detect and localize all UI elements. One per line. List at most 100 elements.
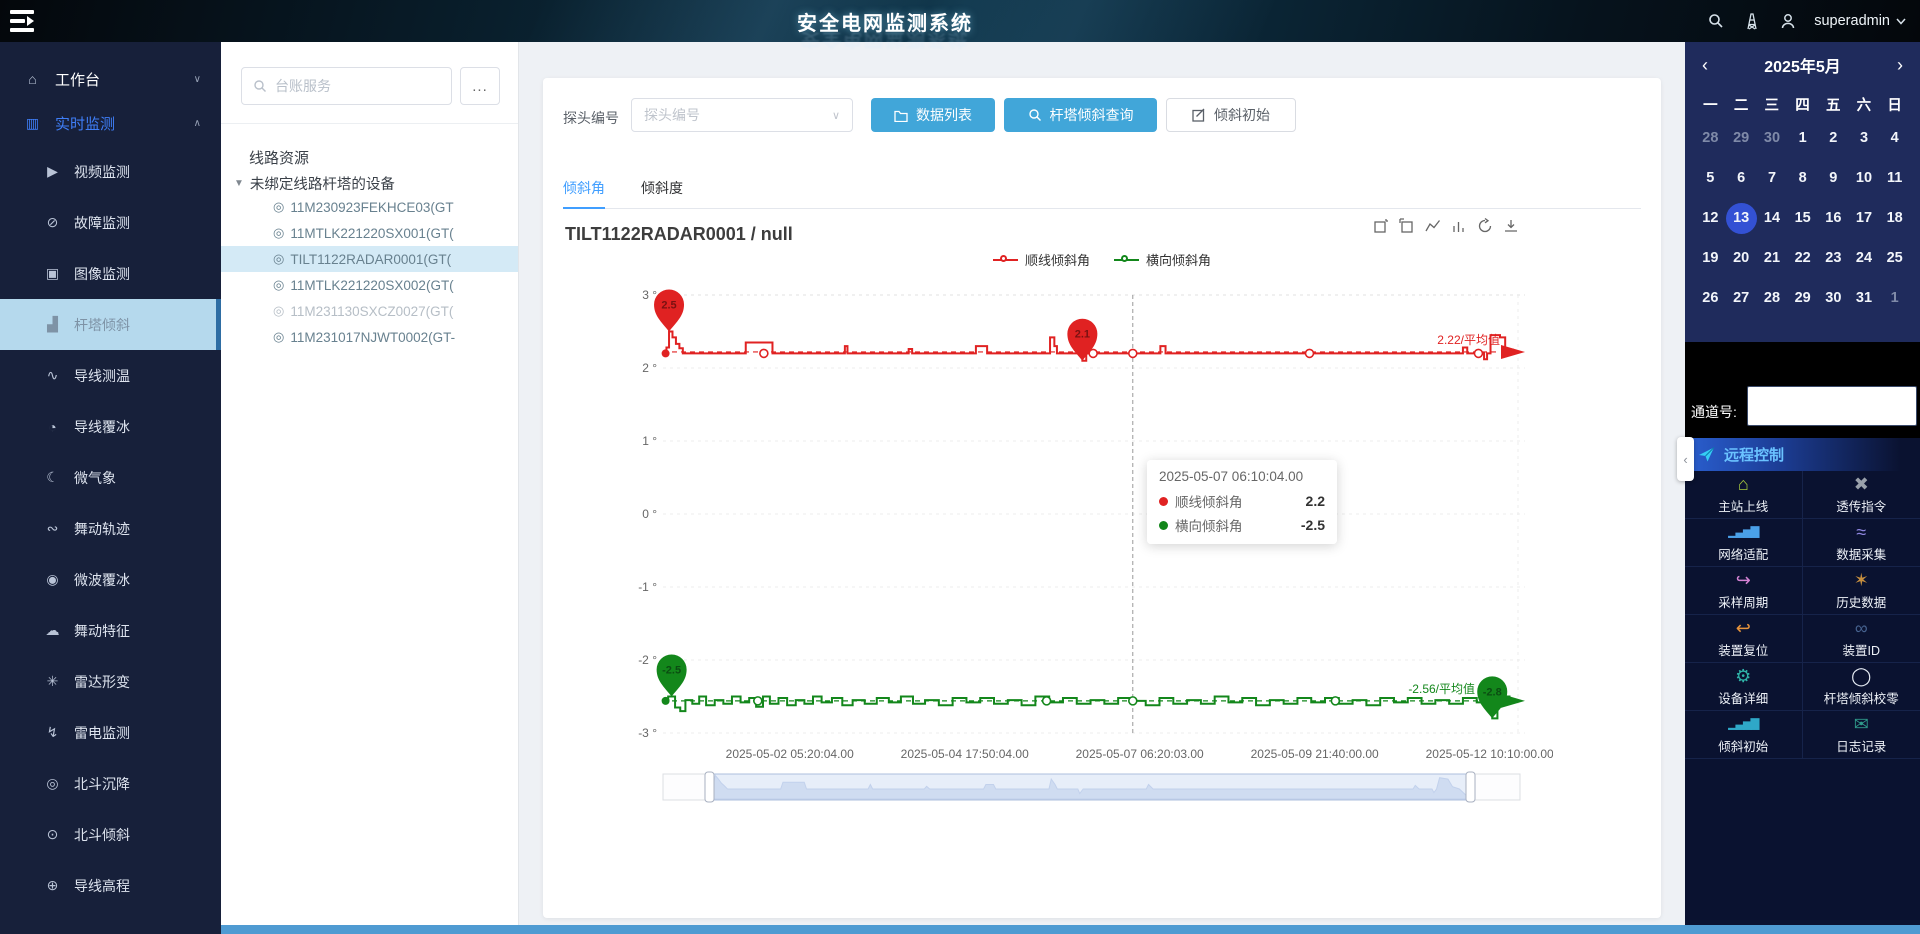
sidebar-section-realtime-monitor[interactable]: ▥实时监测∧	[0, 100, 221, 146]
sidebar-item-wire-icing[interactable]: ◔导线覆冰	[0, 401, 221, 452]
calendar-day[interactable]: 21	[1757, 238, 1788, 278]
tilt-initial-button[interactable]: 倾斜初始	[1166, 98, 1296, 132]
sidebar-item-workbench[interactable]: ⌂工作台∨	[0, 58, 221, 100]
sidebar-item-galloping-track[interactable]: ∾舞动轨迹	[0, 503, 221, 554]
tilt-angle-chart[interactable]: 3 °2 °1 °0 °-1 °-2 °-3 °2025-05-02 05:20…	[633, 268, 1553, 828]
calendar-day[interactable]: 5	[1695, 158, 1726, 198]
calendar-day[interactable]: 27	[1726, 278, 1757, 318]
remote-button-home[interactable]: ⌂主站上线	[1685, 471, 1803, 519]
calendar-day[interactable]: 29	[1726, 118, 1757, 158]
sidebar-item-radar-deformation[interactable]: ✳雷达形变	[0, 656, 221, 707]
remote-button-chain-link[interactable]: ∞装置ID	[1803, 615, 1920, 663]
calendar-day[interactable]: 7	[1757, 158, 1788, 198]
zoom-select-icon[interactable]	[1373, 218, 1389, 234]
calendar-day[interactable]: 25	[1879, 238, 1910, 278]
sidebar-item-microwave-icing[interactable]: ◉微波覆冰	[0, 554, 221, 605]
sidebar-item-lightning-monitor[interactable]: ↯雷电监测	[0, 707, 221, 758]
calendar-day[interactable]: 2	[1818, 118, 1849, 158]
sidebar-item-beidou-tilt[interactable]: ⊙北斗倾斜	[0, 809, 221, 860]
calendar-day[interactable]: 14	[1757, 198, 1788, 238]
sidebar-item-image-monitor[interactable]: ▣图像监测	[0, 248, 221, 299]
calendar-day[interactable]: 23	[1818, 238, 1849, 278]
remote-button-signal-bars[interactable]: ▁▃▅▇网络适配	[1685, 519, 1803, 567]
tree-root-line-resources[interactable]: 线路资源	[249, 147, 309, 168]
tower-icon[interactable]	[1742, 11, 1762, 31]
calendar-day[interactable]: 30	[1757, 118, 1788, 158]
calendar-day[interactable]: 28	[1695, 118, 1726, 158]
calendar-next-icon[interactable]: ›	[1880, 55, 1920, 76]
device-tree-item[interactable]: ◎11M230923FEKHCE03(GT	[221, 194, 518, 220]
datazoom-slider[interactable]	[663, 772, 1521, 802]
calendar-day[interactable]: 19	[1695, 238, 1726, 278]
device-tree-item[interactable]: ◎11MTLK221220SX001(GT(	[221, 220, 518, 246]
panel-collapse-handle[interactable]: ‹	[1677, 437, 1694, 481]
search-icon	[1028, 108, 1042, 122]
channel-input[interactable]	[1747, 386, 1917, 426]
calendar-day[interactable]: 20	[1726, 238, 1757, 278]
calendar-day[interactable]: 18	[1879, 198, 1910, 238]
tab-tilt-degree[interactable]: 倾斜度	[641, 178, 683, 208]
refresh-icon[interactable]	[1477, 218, 1493, 234]
calendar-day[interactable]: 6	[1726, 158, 1757, 198]
legend-item[interactable]: 顺线倾斜角	[993, 250, 1090, 269]
user-menu[interactable]: superadmin	[1814, 13, 1906, 29]
download-icon[interactable]	[1503, 218, 1519, 234]
legend-item[interactable]: 横向倾斜角	[1114, 250, 1211, 269]
calendar-day[interactable]: 1	[1787, 118, 1818, 158]
calendar-day[interactable]: 11	[1879, 158, 1910, 198]
calendar-day[interactable]: 8	[1787, 158, 1818, 198]
search-icon[interactable]	[1706, 11, 1726, 31]
calendar-day[interactable]: 31	[1849, 278, 1880, 318]
calendar-day[interactable]: 24	[1849, 238, 1880, 278]
calendar-day[interactable]: 4	[1879, 118, 1910, 158]
calendar-day[interactable]: 15	[1787, 198, 1818, 238]
remote-button-gears[interactable]: ⚙设备详细	[1685, 663, 1803, 711]
sidebar-item-wire-temperature[interactable]: ∿导线测温	[0, 350, 221, 401]
calendar-day[interactable]: 3	[1849, 118, 1880, 158]
remote-button-cycle-arrow[interactable]: ↪采样周期	[1685, 567, 1803, 615]
calendar-day-selected[interactable]: 13	[1726, 198, 1757, 238]
calendar-day[interactable]: 22	[1787, 238, 1818, 278]
sidebar-item-fault-monitor[interactable]: ⊘故障监测	[0, 197, 221, 248]
remote-button-reset-arrow[interactable]: ↩装置复位	[1685, 615, 1803, 663]
calendar-day[interactable]: 9	[1818, 158, 1849, 198]
remote-button-share-nodes[interactable]: ✶历史数据	[1803, 567, 1920, 615]
sidebar-item-wire-elevation[interactable]: ⊕导线高程	[0, 860, 221, 911]
calendar-day[interactable]: 29	[1787, 278, 1818, 318]
calendar-day[interactable]: 30	[1818, 278, 1849, 318]
sidebar-item-galloping-feature[interactable]: ☁舞动特征	[0, 605, 221, 656]
menu-collapse-icon[interactable]	[10, 9, 40, 33]
calendar-day[interactable]: 17	[1849, 198, 1880, 238]
remote-button-log-message[interactable]: ✉日志记录	[1803, 711, 1920, 759]
device-tree-item[interactable]: ◎11M231017NJWT0002(GT-	[221, 324, 518, 350]
sidebar-item-video-monitor[interactable]: ▶视频监测	[0, 146, 221, 197]
tower-tilt-query-button[interactable]: 杆塔倾斜查询	[1004, 98, 1157, 132]
remote-button-wave[interactable]: ≈数据采集	[1803, 519, 1920, 567]
calendar-day[interactable]: 28	[1757, 278, 1788, 318]
calendar-prev-icon[interactable]: ‹	[1685, 55, 1725, 76]
calendar-day[interactable]: 12	[1695, 198, 1726, 238]
calendar-day[interactable]: 1	[1879, 278, 1910, 318]
calendar-day[interactable]: 26	[1695, 278, 1726, 318]
calendar-day[interactable]: 10	[1849, 158, 1880, 198]
remote-button-pinwheel[interactable]: ✖透传指令	[1803, 471, 1920, 519]
calendar-day[interactable]: 16	[1818, 198, 1849, 238]
sidebar-item-beidou-settlement[interactable]: ◎北斗沉降	[0, 758, 221, 809]
sidebar-item-tower-tilt[interactable]: ▟杆塔倾斜	[0, 299, 221, 350]
device-tree-item[interactable]: ◎11M231130SXCZ0027(GT(	[221, 298, 518, 324]
device-tree-item[interactable]: ◎11MTLK221220SX002(GT(	[221, 272, 518, 298]
zoom-reset-icon[interactable]	[1399, 218, 1415, 234]
tree-group-unbound-devices[interactable]: ▼ 未绑定线路杆塔的设备	[234, 173, 395, 194]
ledger-search-input[interactable]: 台账服务	[241, 67, 452, 105]
bar-chart-icon[interactable]	[1451, 218, 1467, 234]
device-tree-item[interactable]: ◎TILT1122RADAR0001(GT(	[221, 246, 518, 272]
remote-button-bars-chart[interactable]: ▁▃▅▇倾斜初始	[1685, 711, 1803, 759]
line-chart-icon[interactable]	[1425, 218, 1441, 234]
user-icon[interactable]	[1778, 11, 1798, 31]
data-list-button[interactable]: 数据列表	[871, 98, 995, 132]
sidebar-item-micro-weather[interactable]: ☾微气象	[0, 452, 221, 503]
probe-number-select[interactable]: 探头编号 ∨	[631, 98, 853, 132]
tab-tilt-angle[interactable]: 倾斜角	[563, 178, 605, 209]
remote-button-zero-circle[interactable]: ◯杆塔倾斜校零	[1803, 663, 1920, 711]
tree-more-button[interactable]: ...	[460, 67, 500, 105]
